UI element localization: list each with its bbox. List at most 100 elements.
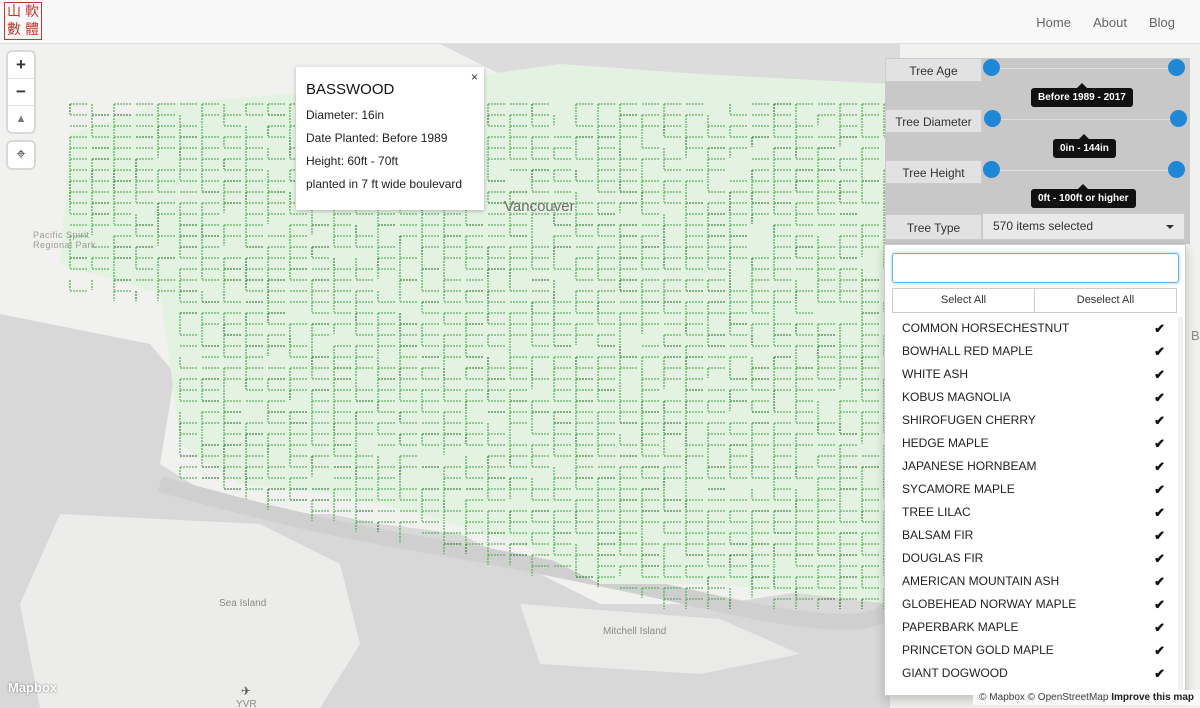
tree-popup: × BASSWOOD Diameter: 16in Date Planted: …	[296, 67, 484, 210]
mapbox-logo[interactable]: Mapbox	[8, 680, 57, 695]
tree-type-option[interactable]: SYCAMORE MAPLE ✔	[885, 478, 1185, 501]
tree-type-option[interactable]: AMERICAN MOUNTAIN ASH ✔	[885, 570, 1185, 593]
nav-links: Home About Blog	[1025, 0, 1186, 44]
tree-type-option-label: TREE LILAC	[902, 505, 971, 519]
logo-char-4: 體	[25, 22, 39, 38]
select-all-button[interactable]: Select All	[892, 288, 1034, 313]
caret-down-icon	[1166, 225, 1174, 229]
tree-diameter-label: Tree Diameter	[885, 109, 982, 133]
tree-type-option[interactable]: HEDGE MAPLE ✔	[885, 432, 1185, 455]
filter-panel: Tree Age Before 1989 - 2017 Tree Diamete…	[885, 58, 1190, 244]
checkmark-icon: ✔	[1154, 574, 1165, 589]
dropdown-scrollbar[interactable]	[1178, 317, 1183, 695]
tree-type-option-label: WHITE ASH	[902, 367, 969, 381]
checkmark-icon: ✔	[1154, 344, 1165, 359]
checkmark-icon: ✔	[1154, 666, 1165, 681]
tree-height-min-handle[interactable]	[983, 161, 1000, 178]
tree-type-option[interactable]: GLOBEHEAD NORWAY MAPLE ✔	[885, 593, 1185, 616]
tree-type-option-label: COMMON HORSECHESTNUT	[902, 321, 1070, 335]
tree-type-option[interactable]: WHITE ASH ✔	[885, 363, 1185, 386]
tree-type-option-label: GLOBEHEAD NORWAY MAPLE	[902, 597, 1077, 611]
nav-about-link[interactable]: About	[1082, 15, 1138, 30]
popup-note: planted in 7 ft wide boulevard	[306, 177, 463, 191]
checkmark-icon: ✔	[1154, 321, 1165, 336]
nav-home-link[interactable]: Home	[1025, 15, 1082, 30]
deselect-all-button[interactable]: Deselect All	[1034, 288, 1177, 313]
zoom-out-button[interactable]: −	[8, 79, 34, 106]
zoom-control: + − ▲	[8, 52, 34, 132]
checkmark-icon: ✔	[1154, 528, 1165, 543]
tree-type-option[interactable]: COMMON HORSECHESTNUT ✔	[885, 317, 1185, 340]
tree-type-option-label: BOWHALL RED MAPLE	[902, 344, 1033, 358]
tree-type-option[interactable]: BOWHALL RED MAPLE ✔	[885, 340, 1185, 363]
tree-age-range-tooltip: Before 1989 - 2017	[1031, 83, 1133, 107]
tree-age-min-handle[interactable]	[983, 59, 1000, 76]
tree-type-option-label: DOUGLAS FIR	[902, 551, 984, 565]
compass-button[interactable]: ▲	[8, 106, 34, 132]
popup-height: Height: 60ft - 70ft	[306, 154, 399, 168]
popup-date-planted: Date Planted: Before 1989	[306, 131, 448, 145]
tree-type-option-label: AMERICAN MOUNTAIN ASH	[902, 574, 1060, 588]
checkmark-icon: ✔	[1154, 459, 1165, 474]
logo-char-2: 軟	[25, 4, 39, 20]
zoom-in-button[interactable]: +	[8, 52, 34, 79]
tree-height-track	[991, 170, 1177, 171]
tree-type-option[interactable]: PAPERBARK MAPLE ✔	[885, 616, 1185, 639]
tree-type-list: COMMON HORSECHESTNUT ✔ BOWHALL RED MAPLE ✔ W…	[885, 317, 1185, 685]
map-label-mitchell-island: Mitchell Island	[603, 626, 667, 637]
tree-height-label: Tree Height	[885, 160, 982, 184]
tree-type-label: Tree Type	[885, 214, 982, 240]
popup-tree-name: BASSWOOD	[306, 81, 395, 98]
tree-type-dropdown: Select All Deselect All COMMON HORSECHES…	[884, 244, 1186, 696]
logo-char-3: 數	[7, 22, 21, 38]
checkmark-icon: ✔	[1154, 597, 1165, 612]
crosshair-icon: ⌖	[16, 146, 26, 163]
tree-height-range-tooltip: 0ft - 100ft or higher	[1031, 184, 1136, 208]
checkmark-icon: ✔	[1154, 390, 1165, 405]
airport-icon: ✈	[241, 684, 252, 698]
tree-type-option-label: KOBUS MAGNOLIA	[902, 390, 1011, 404]
tree-age-max-handle[interactable]	[1168, 59, 1185, 76]
tree-type-option[interactable]: DOUGLAS FIR ✔	[885, 547, 1185, 570]
tree-diameter-min-handle[interactable]	[984, 110, 1001, 127]
tree-age-label: Tree Age	[885, 58, 982, 82]
tree-type-option-label: PRINCETON GOLD MAPLE	[902, 643, 1054, 657]
tree-type-option[interactable]: GIANT DOGWOOD ✔	[885, 662, 1185, 685]
tree-diameter-track	[991, 119, 1177, 120]
dropdown-actions: Select All Deselect All	[892, 288, 1177, 313]
tree-type-option-label: HEDGE MAPLE	[902, 436, 989, 450]
navbar: 山 軟 數 體 Home About Blog	[0, 0, 1200, 44]
checkmark-icon: ✔	[1154, 482, 1165, 497]
tree-type-option-label: BALSAM FIR	[902, 528, 974, 542]
improve-map-link[interactable]: Improve this map	[1111, 692, 1194, 703]
map-label-vancouver: Vancouver	[504, 198, 575, 215]
tree-type-search-input[interactable]	[892, 253, 1179, 283]
checkmark-icon: ✔	[1154, 643, 1165, 658]
tree-type-option[interactable]: SHIROFUGEN CHERRY ✔	[885, 409, 1185, 432]
geolocate-button[interactable]: ⌖	[8, 142, 34, 168]
tree-type-option[interactable]: PRINCETON GOLD MAPLE ✔	[885, 639, 1185, 662]
tree-type-option[interactable]: JAPANESE HORNBEAM ✔	[885, 455, 1185, 478]
tree-type-option[interactable]: BALSAM FIR ✔	[885, 524, 1185, 547]
checkmark-icon: ✔	[1154, 620, 1165, 635]
checkmark-icon: ✔	[1154, 436, 1165, 451]
site-logo[interactable]: 山 軟 數 體	[4, 2, 42, 40]
tree-type-option-label: PAPERBARK MAPLE	[902, 620, 1019, 634]
tree-diameter-max-handle[interactable]	[1170, 110, 1187, 127]
popup-close-button[interactable]: ×	[471, 70, 478, 84]
tree-diameter-range-tooltip: 0in - 144in	[1053, 134, 1116, 158]
popup-diameter: Diameter: 16in	[306, 108, 385, 122]
logo-char-1: 山	[7, 4, 21, 20]
tree-type-selected-text: 570 items selected	[993, 219, 1094, 233]
tree-type-select[interactable]: 570 items selected	[982, 213, 1185, 240]
tree-type-option[interactable]: KOBUS MAGNOLIA ✔	[885, 386, 1185, 409]
tree-type-option-label: SYCAMORE MAPLE	[902, 482, 1015, 496]
nav-blog-link[interactable]: Blog	[1138, 15, 1186, 30]
tree-height-max-handle[interactable]	[1168, 161, 1185, 178]
tree-type-option-label: JAPANESE HORNBEAM	[902, 459, 1037, 473]
checkmark-icon: ✔	[1154, 505, 1165, 520]
checkmark-icon: ✔	[1154, 551, 1165, 566]
attribution-text[interactable]: © Mapbox © OpenStreetMap	[979, 692, 1108, 703]
map-label-sea-island: Sea Island	[219, 598, 267, 609]
tree-type-option[interactable]: TREE LILAC ✔	[885, 501, 1185, 524]
